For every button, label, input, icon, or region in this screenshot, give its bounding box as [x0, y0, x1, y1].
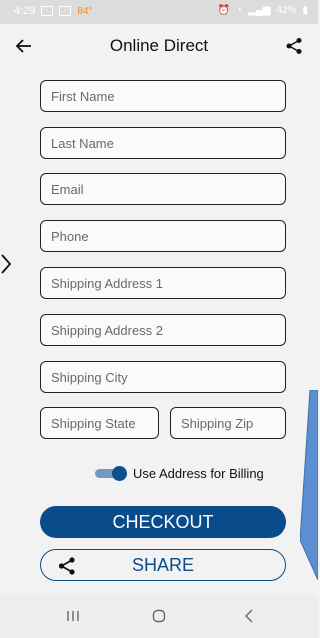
battery-icon: ▮ — [302, 5, 308, 16]
back-chevron-icon — [245, 609, 253, 623]
shipping-zip-placeholder: Shipping Zip — [181, 415, 254, 431]
side-caret-icon — [1, 254, 12, 274]
share-top-button[interactable] — [280, 32, 308, 60]
status-right: ⏰ ◔ ▂▄▆ 42% ▮ — [218, 5, 309, 16]
home-button[interactable] — [139, 604, 179, 628]
last-name-field[interactable]: Last Name — [40, 127, 286, 159]
recent-apps-icon — [67, 611, 79, 621]
image-notification-icon — [59, 6, 72, 16]
share-icon — [58, 557, 75, 575]
email-placeholder: Email — [51, 181, 84, 197]
share-button[interactable]: SHARE — [40, 549, 286, 581]
notification-icon — [41, 6, 54, 16]
shipping-city-field[interactable]: Shipping City — [40, 361, 286, 393]
home-icon — [152, 609, 166, 623]
first-name-placeholder: First Name — [51, 88, 115, 104]
status-battery: 42% — [276, 5, 297, 16]
shipping-zip-field[interactable]: Shipping Zip — [170, 407, 286, 439]
email-field[interactable]: Email — [40, 173, 286, 205]
share-label: SHARE — [131, 554, 194, 575]
checkout-button[interactable]: CHECKOUT — [40, 506, 286, 538]
shipping-city-placeholder: Shipping City — [51, 369, 128, 385]
status-time: 4:29 — [14, 5, 36, 17]
page-title: Online Direct — [109, 36, 209, 55]
system-nav-bar — [0, 594, 318, 638]
first-name-field[interactable]: First Name — [40, 80, 286, 112]
wifi-icon: ◔ — [235, 5, 242, 16]
recent-apps-button[interactable] — [53, 604, 93, 628]
decorative-shape — [300, 390, 318, 580]
billing-toggle[interactable] — [95, 466, 127, 481]
status-temperature: 84° — [77, 5, 93, 17]
status-bar: 4:29 84° ⏰ ◔ ▂▄▆ 42% ▮ — [0, 0, 318, 24]
back-nav-button[interactable] — [229, 604, 269, 628]
toggle-knob — [112, 466, 127, 481]
shipping-address2-placeholder: Shipping Address 2 — [51, 322, 164, 338]
phone-placeholder: Phone — [51, 228, 89, 244]
checkout-label: CHECKOUT — [112, 511, 214, 532]
app-bar: Online Direct — [0, 24, 318, 69]
alarm-icon: ⏰ — [217, 5, 230, 16]
shipping-address1-placeholder: Shipping Address 1 — [51, 275, 164, 291]
billing-toggle-row[interactable]: Use Address for Billing — [95, 462, 264, 484]
shipping-state-placeholder: Shipping State — [51, 415, 136, 431]
share-icon — [286, 38, 302, 54]
signal-icon: ▂▄▆ — [248, 5, 271, 16]
shipping-address1-field[interactable]: Shipping Address 1 — [40, 267, 286, 299]
status-left: 4:29 84° — [14, 5, 93, 17]
shipping-state-field[interactable]: Shipping State — [40, 407, 159, 439]
last-name-placeholder: Last Name — [51, 135, 114, 151]
phone-field[interactable]: Phone — [40, 220, 286, 252]
billing-toggle-label: Use Address for Billing — [133, 465, 264, 481]
shipping-address2-field[interactable]: Shipping Address 2 — [40, 314, 286, 346]
